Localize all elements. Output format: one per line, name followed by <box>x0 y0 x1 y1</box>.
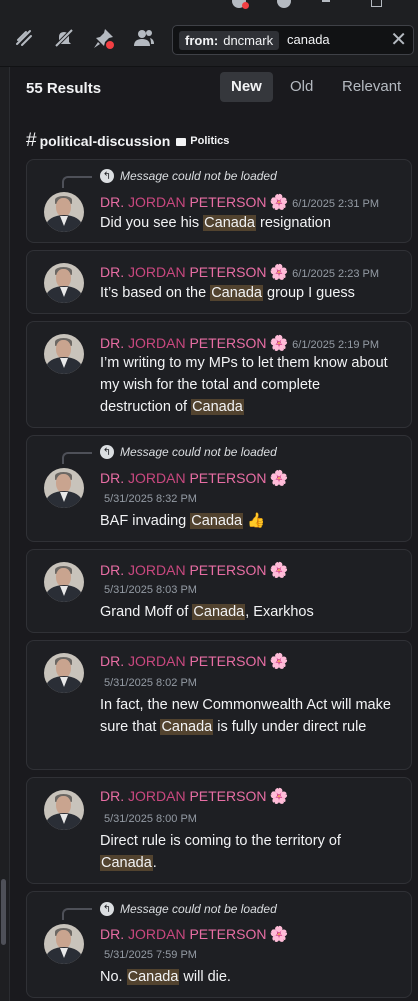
results-header: 55 Results New Old Relevant <box>26 72 418 102</box>
message-timestamp: 6/1/2025 2:31 PM <box>292 198 379 210</box>
reply-icon: ↰ <box>100 445 114 459</box>
message-timestamp: 5/31/2025 7:59 PM <box>104 949 197 961</box>
search-result-message[interactable]: DR. JORDAN PETERSON 🌸 6/1/2025 2:19 PM I’m… <box>26 321 412 428</box>
avatar[interactable] <box>44 192 84 232</box>
notification-dot <box>242 2 249 9</box>
search-result-message[interactable]: DR. JORDAN PETERSON 🌸 5/31/2025 8:03 PM G… <box>26 549 412 633</box>
threads-icon[interactable] <box>11 25 37 51</box>
reply-preview[interactable]: ↰ Message could not be loaded <box>100 445 277 459</box>
message-author[interactable]: DR. JORDAN PETERSON 🌸 <box>100 925 288 943</box>
flower-emoji-icon: 🌸 <box>269 562 289 579</box>
reply-connector <box>62 908 92 920</box>
avatar[interactable] <box>44 468 84 508</box>
channel-hash-icon: # <box>26 130 37 151</box>
flower-emoji-icon: 🌸 <box>269 788 289 805</box>
help-icon[interactable] <box>277 0 291 8</box>
avatar[interactable] <box>44 924 84 964</box>
search-highlight: Canada <box>160 719 214 735</box>
maximize-icon[interactable] <box>371 0 382 7</box>
message-content: Direct rule is coming to the territory o… <box>100 833 341 871</box>
message-timestamp: 5/31/2025 8:03 PM <box>104 584 197 596</box>
avatar[interactable] <box>44 790 84 830</box>
search-highlight: Canada <box>192 604 246 620</box>
search-result-message[interactable]: DR. JORDAN PETERSON 🌸 6/1/2025 2:23 PM It’… <box>26 250 412 314</box>
sort-relevant-tab[interactable]: Relevant <box>331 72 412 102</box>
search-result-message[interactable]: ↰ Message could not be loaded DR. JORDAN … <box>26 891 412 998</box>
minimize-icon[interactable] <box>322 0 330 2</box>
message-content: It’s based on the Canada group I guess <box>100 285 355 301</box>
reply-icon: ↰ <box>100 902 114 916</box>
message-author[interactable]: DR. JORDAN PETERSON 🌸 6/1/2025 2:19 PM <box>100 334 379 352</box>
message-content: In fact, the new Commonwealth Act will m… <box>100 697 391 735</box>
message-author[interactable]: DR. JORDAN PETERSON 🌸 <box>100 652 288 670</box>
message-author[interactable]: DR. JORDAN PETERSON 🌸 <box>100 469 288 487</box>
reply-text: Message could not be loaded <box>120 169 277 183</box>
channel-heading[interactable]: # political-discussion Politics <box>26 130 230 151</box>
avatar[interactable] <box>44 263 84 303</box>
reply-text: Message could not be loaded <box>120 902 277 916</box>
message-timestamp: 6/1/2025 2:23 PM <box>292 268 379 280</box>
message-content: No. Canada will die. <box>100 969 231 985</box>
flower-emoji-icon: 🌸 <box>269 470 289 487</box>
clear-search-icon[interactable]: ✕ <box>390 28 407 52</box>
message-author[interactable]: DR. JORDAN PETERSON 🌸 6/1/2025 2:23 PM <box>100 263 379 281</box>
channel-name: political-discussion <box>39 133 171 149</box>
reply-icon: ↰ <box>100 169 114 183</box>
avatar[interactable] <box>44 334 84 374</box>
avatar[interactable] <box>44 562 84 602</box>
mute-icon[interactable] <box>51 25 77 51</box>
sort-old-tab[interactable]: Old <box>279 72 324 102</box>
channel-toolbar: from: dncmark canada ✕ <box>0 12 418 67</box>
message-content: Grand Moff of Canada, Exarkhos <box>100 604 314 620</box>
message-content: I’m writing to my MPs to let them know a… <box>100 355 388 415</box>
results-count: 55 Results <box>26 80 102 97</box>
search-highlight: Canada <box>191 399 244 415</box>
search-result-message[interactable]: DR. JORDAN PETERSON 🌸 5/31/2025 8:02 PM I… <box>26 640 412 770</box>
search-filter-chip[interactable]: from: dncmark <box>179 31 280 50</box>
search-query: canada <box>287 32 330 47</box>
left-rail <box>0 67 10 1001</box>
message-timestamp: 6/1/2025 2:19 PM <box>292 339 379 351</box>
reply-preview[interactable]: ↰ Message could not be loaded <box>100 169 277 183</box>
search-highlight: Canada <box>100 855 153 871</box>
search-input[interactable]: from: dncmark canada ✕ <box>172 25 414 55</box>
message-timestamp: 5/31/2025 8:32 PM <box>104 493 197 505</box>
sort-new-tab[interactable]: New <box>220 72 273 102</box>
message-timestamp: 5/31/2025 8:02 PM <box>104 677 197 689</box>
avatar[interactable] <box>44 653 84 693</box>
message-author[interactable]: DR. JORDAN PETERSON 🌸 6/1/2025 2:31 PM <box>100 193 379 211</box>
message-author[interactable]: DR. JORDAN PETERSON 🌸 <box>100 561 288 579</box>
message-timestamp: 5/31/2025 8:00 PM <box>104 813 197 825</box>
search-highlight: Canada <box>190 513 244 529</box>
filter-value: dncmark <box>223 33 274 48</box>
scrollbar-thumb[interactable] <box>1 879 6 945</box>
message-author[interactable]: DR. JORDAN PETERSON 🌸 <box>100 787 288 805</box>
message-content: Did you see his Canada resignation <box>100 215 331 231</box>
reply-connector <box>62 452 92 464</box>
title-bar <box>0 0 418 12</box>
reply-connector <box>62 176 92 188</box>
flower-emoji-icon: 🌸 <box>269 264 289 281</box>
reply-preview[interactable]: ↰ Message could not be loaded <box>100 902 277 916</box>
flower-emoji-icon: 🌸 <box>269 335 289 352</box>
search-highlight: Canada <box>126 969 180 985</box>
search-highlight: Canada <box>210 285 263 301</box>
flower-emoji-icon: 🌸 <box>269 194 289 211</box>
reply-text: Message could not be loaded <box>120 445 277 459</box>
channel-category: Politics <box>190 135 230 147</box>
flower-emoji-icon: 🌸 <box>269 653 289 670</box>
search-result-message[interactable]: DR. JORDAN PETERSON 🌸 5/31/2025 8:00 PM D… <box>26 777 412 884</box>
folder-icon <box>176 138 187 146</box>
member-list-icon[interactable] <box>131 25 157 51</box>
filter-key: from: <box>185 33 219 48</box>
search-result-message[interactable]: ↰ Message could not be loaded DR. JORDAN … <box>26 435 412 542</box>
search-result-message[interactable]: ↰ Message could not be loaded DR. JORDAN … <box>26 159 412 243</box>
message-content: BAF invading Canada 👍 <box>100 513 266 529</box>
search-highlight: Canada <box>203 215 256 231</box>
pinned-messages-icon[interactable] <box>91 25 117 51</box>
flower-emoji-icon: 🌸 <box>269 926 289 943</box>
